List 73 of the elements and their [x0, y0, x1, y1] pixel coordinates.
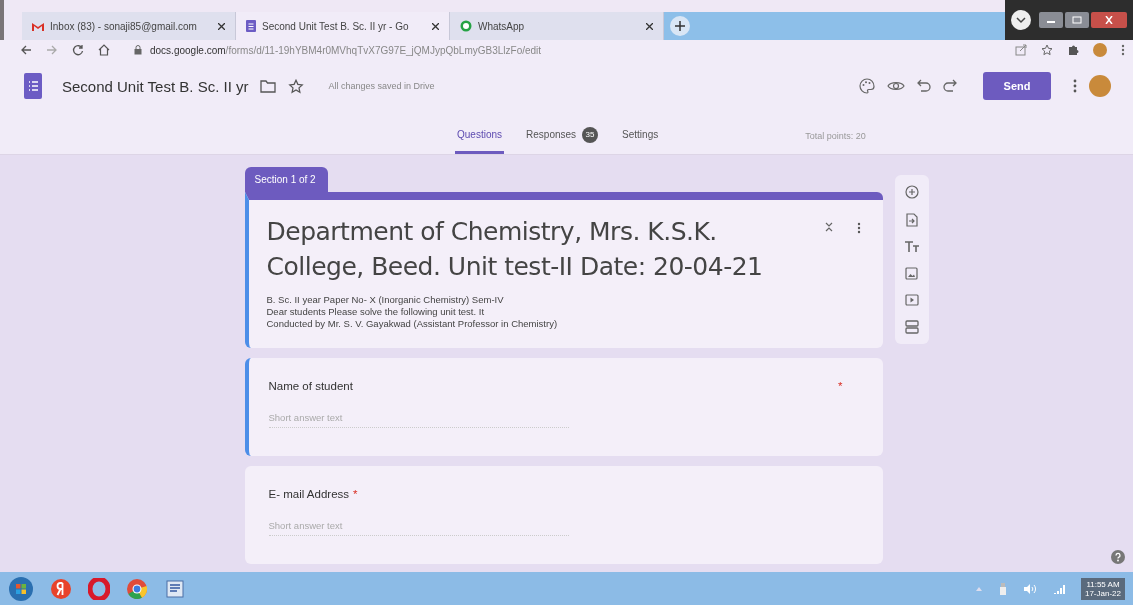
browser-tab[interactable]: Second Unit Test B. Sc. II yr - Go — [236, 12, 450, 40]
form-document-icon — [246, 20, 256, 32]
more-vertical-icon[interactable] — [1073, 79, 1077, 93]
maximize-button[interactable] — [1065, 12, 1089, 28]
new-tab-icon[interactable] — [670, 16, 690, 36]
close-icon — [1104, 16, 1114, 24]
image-icon[interactable] — [905, 267, 918, 280]
undo-icon[interactable] — [917, 79, 931, 93]
close-tab-icon[interactable] — [646, 22, 653, 30]
question-card[interactable]: E- mail Address * Short answer text — [244, 466, 883, 564]
required-asterisk: * — [353, 488, 358, 500]
browser-tab[interactable]: WhatsApp — [450, 12, 664, 40]
lock-icon — [134, 45, 142, 55]
clock-date: 17-Jan-22 — [1084, 588, 1121, 598]
back-arrow-icon[interactable] — [20, 44, 32, 56]
question-title: E- mail Address — [268, 488, 350, 500]
clock[interactable]: 11:55 AM 17-Jan-22 — [1080, 577, 1125, 600]
eye-icon[interactable] — [887, 80, 905, 92]
response-count-badge: 35 — [582, 126, 599, 143]
url-path: /forms/d/11-19hYBM4r0MVhqTvX7G97E_jQMJypQbLmyGB3LlzFo/edit — [225, 44, 542, 56]
start-orb-icon[interactable] — [8, 575, 34, 602]
envelope-m-icon — [32, 21, 44, 31]
tab-title: Second Unit Test B. Sc. II yr - Go — [262, 20, 410, 32]
share-icon[interactable] — [1015, 44, 1027, 56]
folder-icon[interactable] — [260, 79, 277, 93]
section-icon[interactable] — [904, 320, 919, 334]
chat-bubble-icon — [460, 20, 472, 32]
form-title[interactable]: Second Unit Test B. Sc. II yr — [62, 77, 249, 95]
star-icon[interactable] — [1041, 44, 1053, 56]
tab-label: Responses — [526, 129, 577, 140]
tab-search-button[interactable] — [1011, 10, 1031, 30]
maximize-icon — [1072, 16, 1082, 24]
tab-title: WhatsApp — [478, 20, 526, 32]
import-icon[interactable] — [905, 213, 918, 227]
clock-time: 11:55 AM — [1086, 579, 1120, 589]
reload-icon[interactable] — [72, 44, 84, 56]
more-vertical-icon[interactable] — [856, 222, 861, 234]
total-points: Total points: 20 — [805, 131, 866, 141]
save-status: All changes saved in Drive — [328, 81, 435, 91]
more-vertical-icon[interactable] — [1121, 44, 1125, 56]
tab-title: Inbox (83) - sonaji85@gmail.com — [50, 20, 198, 32]
nav-tab[interactable]: Settings — [620, 118, 661, 154]
question-card[interactable]: Name of student * Short answer text — [244, 358, 883, 456]
close-tab-icon[interactable] — [432, 22, 439, 30]
section-title[interactable]: Department of Chemistry, Mrs. K.S.K. College, Beed. Unit test-II Date: 20-04-21 — [266, 214, 801, 284]
help-icon[interactable] — [1111, 550, 1125, 564]
palette-icon[interactable] — [859, 78, 875, 94]
video-icon[interactable] — [904, 294, 919, 306]
document-app-icon[interactable] — [164, 577, 186, 600]
avatar-circle[interactable] — [1093, 43, 1107, 57]
chevron-down-icon — [1016, 16, 1026, 24]
url-host: docs.google.com — [150, 44, 226, 56]
chrome-icon[interactable] — [126, 577, 148, 600]
nav-tab[interactable]: Responses 35 — [524, 118, 601, 154]
redo-icon[interactable] — [943, 79, 957, 93]
required-asterisk: * — [838, 380, 843, 392]
browser-tab[interactable]: Inbox (83) - sonaji85@gmail.com — [22, 12, 236, 40]
yandex-browser-icon[interactable] — [50, 577, 72, 600]
collapse-icon[interactable] — [824, 222, 833, 232]
section-description[interactable]: B. Sc. II year Paper No- X (Inorganic Chemistry) Sem-IV Dear students Please solve the following unit test. It Conducted by Mr. S. V. Gayakwad (Assistant Professor in Chemistry) — [266, 294, 861, 330]
star-icon[interactable] — [288, 78, 305, 94]
avatar-circle[interactable] — [1089, 75, 1111, 97]
question-title: Name of student — [268, 380, 353, 392]
send-button[interactable]: Send — [983, 72, 1051, 100]
close-button[interactable] — [1091, 12, 1127, 28]
opera-icon[interactable] — [88, 577, 110, 600]
home-icon[interactable] — [98, 44, 110, 56]
text-size-icon[interactable] — [903, 241, 920, 253]
forms-logo-icon[interactable] — [24, 73, 42, 99]
puzzle-piece-icon[interactable] — [1067, 44, 1079, 56]
close-tab-icon[interactable] — [218, 22, 225, 30]
minimize-button[interactable] — [1039, 12, 1063, 28]
add-circle-icon[interactable] — [904, 185, 919, 199]
